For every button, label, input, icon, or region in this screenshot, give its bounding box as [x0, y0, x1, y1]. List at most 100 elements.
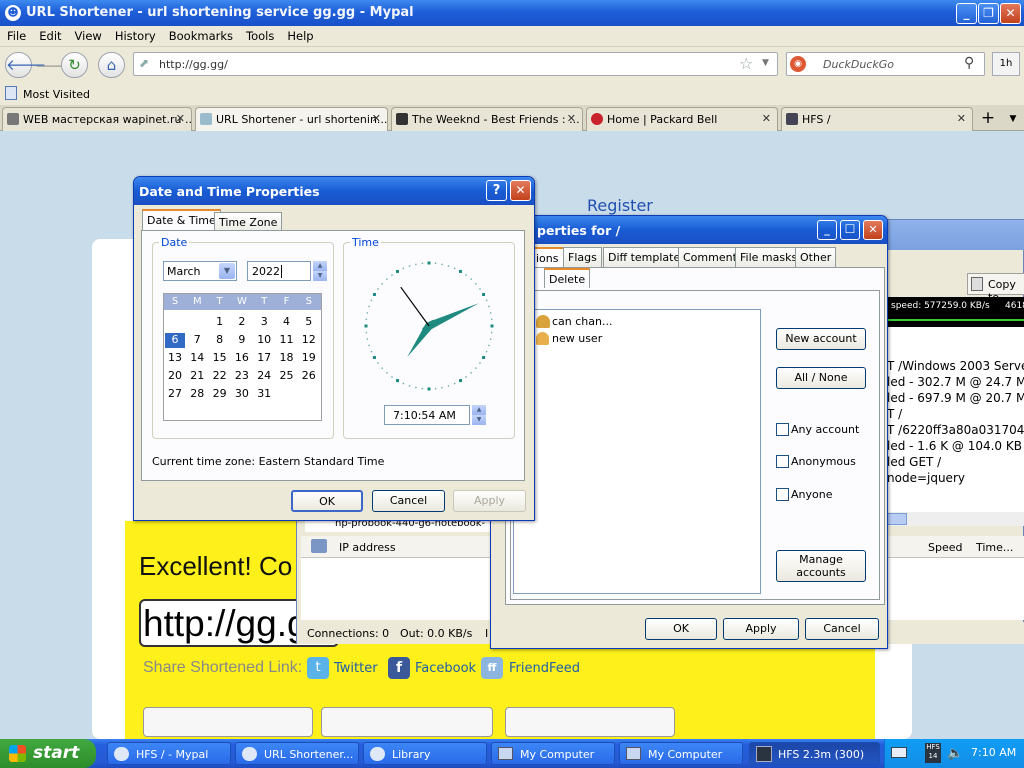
calendar-day[interactable]: 29 [210, 387, 230, 402]
any-account-checkbox[interactable] [776, 423, 789, 436]
close-button[interactable]: ✕ [863, 220, 883, 240]
tab-packard-bell[interactable]: Home | Packard Bell ✕ [586, 107, 778, 131]
ip-header[interactable]: IP address [339, 541, 396, 554]
subtab-delete[interactable]: Delete [544, 268, 591, 288]
calendar-day[interactable]: 21 [187, 369, 207, 384]
new-tab-button[interactable]: + [977, 108, 999, 130]
friendfeed-link[interactable]: FriendFeed [509, 661, 580, 676]
close-button[interactable]: ✕ [510, 180, 531, 201]
task-my-computer-2[interactable]: My Computer [619, 742, 743, 765]
maximize-button[interactable]: ☐ [840, 220, 860, 240]
calendar-day[interactable]: 2 [232, 315, 252, 330]
short-url-text[interactable]: http://gg.g [143, 603, 308, 645]
close-tab-icon[interactable]: ✕ [762, 112, 771, 125]
calendar-day[interactable]: 9 [232, 333, 252, 348]
minimize-button[interactable]: _ [956, 3, 977, 24]
calendar-day[interactable]: 18 [277, 351, 297, 366]
user-list[interactable]: can chan... new user [513, 309, 761, 594]
scroll-thumb[interactable] [887, 513, 907, 525]
task-my-computer-1[interactable]: My Computer [491, 742, 615, 765]
new-account-button[interactable]: New account [776, 328, 866, 350]
hfs-tray-icon[interactable]: HFS 14 [925, 743, 941, 763]
home-button[interactable]: ⌂ [98, 52, 125, 78]
volume-icon[interactable]: 🔈 [947, 746, 963, 761]
facebook-link[interactable]: Facebook [415, 661, 476, 676]
register-link[interactable]: Register [587, 196, 653, 215]
menu-help[interactable]: Help [280, 26, 319, 43]
calendar-day[interactable]: 20 [165, 369, 185, 384]
dropdown-arrow-icon[interactable]: ▼ [219, 263, 235, 279]
calendar-day[interactable]: 1 [210, 315, 230, 330]
anonymous-checkbox[interactable] [776, 455, 789, 468]
close-tab-icon[interactable]: ✕ [957, 112, 966, 125]
horizontal-scrollbar[interactable] [887, 512, 1024, 526]
twitter-link[interactable]: Twitter [334, 661, 378, 676]
calendar-day[interactable]: 5 [299, 315, 319, 330]
spin-up-icon[interactable]: ▲ [472, 405, 486, 415]
back-button[interactable]: 🡐 [5, 52, 46, 78]
bookmark-most-visited[interactable]: Most Visited [23, 88, 90, 101]
year-input[interactable]: 2022 [247, 261, 311, 281]
time-value[interactable]: 7:10:54 AM [393, 409, 456, 422]
calendar-day[interactable]: 30 [232, 387, 252, 402]
menu-bookmarks[interactable]: Bookmarks [162, 26, 239, 43]
calendar-day[interactable]: 19 [299, 351, 319, 366]
facebook-icon[interactable]: f [388, 657, 410, 679]
menu-file[interactable]: File [0, 26, 32, 43]
calendar-day[interactable]: 6 [165, 333, 185, 348]
user-item[interactable]: new user [552, 332, 602, 345]
month-select[interactable]: March ▼ [163, 261, 237, 281]
year-value[interactable]: 2022 [252, 265, 282, 278]
tab-list-button[interactable]: ▼ [1003, 108, 1023, 130]
open-link-button[interactable] [321, 707, 493, 737]
menu-view[interactable]: View [68, 26, 108, 43]
spin-down-icon[interactable]: ▼ [313, 271, 327, 281]
keyboard-icon[interactable] [891, 747, 907, 758]
search-input[interactable]: DuckDuckGo [823, 58, 894, 71]
time-input[interactable]: 7:10:54 AM [384, 405, 470, 425]
calendar[interactable]: S M T W T F S 1 2 3 4 5 6 7 8 9 10 11 12 13 14 15 16 17 18 19 20 21… [163, 293, 322, 421]
calendar-day[interactable]: 25 [277, 369, 297, 384]
tab-wapinet[interactable]: WEB мастерская wapinet.ru ... ✕ [2, 107, 192, 131]
copy-to-button[interactable]: Copy to [967, 273, 1024, 304]
restore-button[interactable]: ❐ [978, 3, 999, 24]
tab-comment[interactable]: Comment [678, 247, 742, 267]
reload-button[interactable]: ↻ [61, 52, 88, 78]
url-bar[interactable]: ⬈ http://gg.gg/ ☆ ▼ [133, 52, 778, 76]
tab-flags[interactable]: Flags [563, 247, 602, 267]
tab-permissions[interactable]: ions [531, 247, 564, 269]
calendar-day[interactable]: 23 [232, 369, 252, 384]
tab-file-masks[interactable]: File masks [735, 247, 803, 267]
manage-accounts-button[interactable]: Manage accounts [776, 550, 866, 582]
minimize-button[interactable]: _ [817, 220, 837, 240]
cancel-button[interactable]: Cancel [805, 618, 879, 640]
dropdown-arrow-icon[interactable]: ▼ [762, 58, 769, 68]
speed-header[interactable]: Speed [928, 541, 962, 554]
calendar-day[interactable]: 13 [165, 351, 185, 366]
tab-other[interactable]: Other [795, 247, 837, 267]
time-spinner[interactable]: ▲ ▼ [472, 405, 486, 425]
user-item[interactable]: can chan... [552, 315, 612, 328]
anyone-checkbox[interactable] [776, 488, 789, 501]
search-bar[interactable]: ◉ DuckDuckGo ⚲ [786, 52, 985, 76]
close-tab-icon[interactable]: ✕ [372, 112, 381, 125]
menu-edit[interactable]: Edit [32, 26, 67, 43]
tab-url-shortener[interactable]: URL Shortener - url shortenin... ✕ [195, 107, 388, 132]
tab-weeknd[interactable]: The Weeknd - Best Friends : ... ✕ [391, 107, 583, 131]
calendar-day[interactable]: 14 [187, 351, 207, 366]
cancel-button[interactable]: Cancel [372, 490, 445, 512]
apply-button[interactable]: Apply [723, 618, 799, 640]
qr-code-button[interactable] [505, 707, 675, 737]
close-tab-icon[interactable]: ✕ [176, 112, 185, 125]
copy-button[interactable] [143, 707, 313, 737]
calendar-day[interactable]: 15 [210, 351, 230, 366]
tab-hfs[interactable]: HFS / ✕ [781, 107, 973, 131]
calendar-day[interactable]: 11 [277, 333, 297, 348]
calendar-day[interactable]: 4 [277, 315, 297, 330]
twitter-icon[interactable]: t [307, 657, 329, 679]
ok-button[interactable]: OK [645, 618, 717, 640]
calendar-day[interactable]: 3 [254, 315, 274, 330]
calendar-day[interactable]: 10 [254, 333, 274, 348]
year-spinner[interactable]: ▲ ▼ [313, 261, 327, 281]
calendar-day[interactable]: 26 [299, 369, 319, 384]
